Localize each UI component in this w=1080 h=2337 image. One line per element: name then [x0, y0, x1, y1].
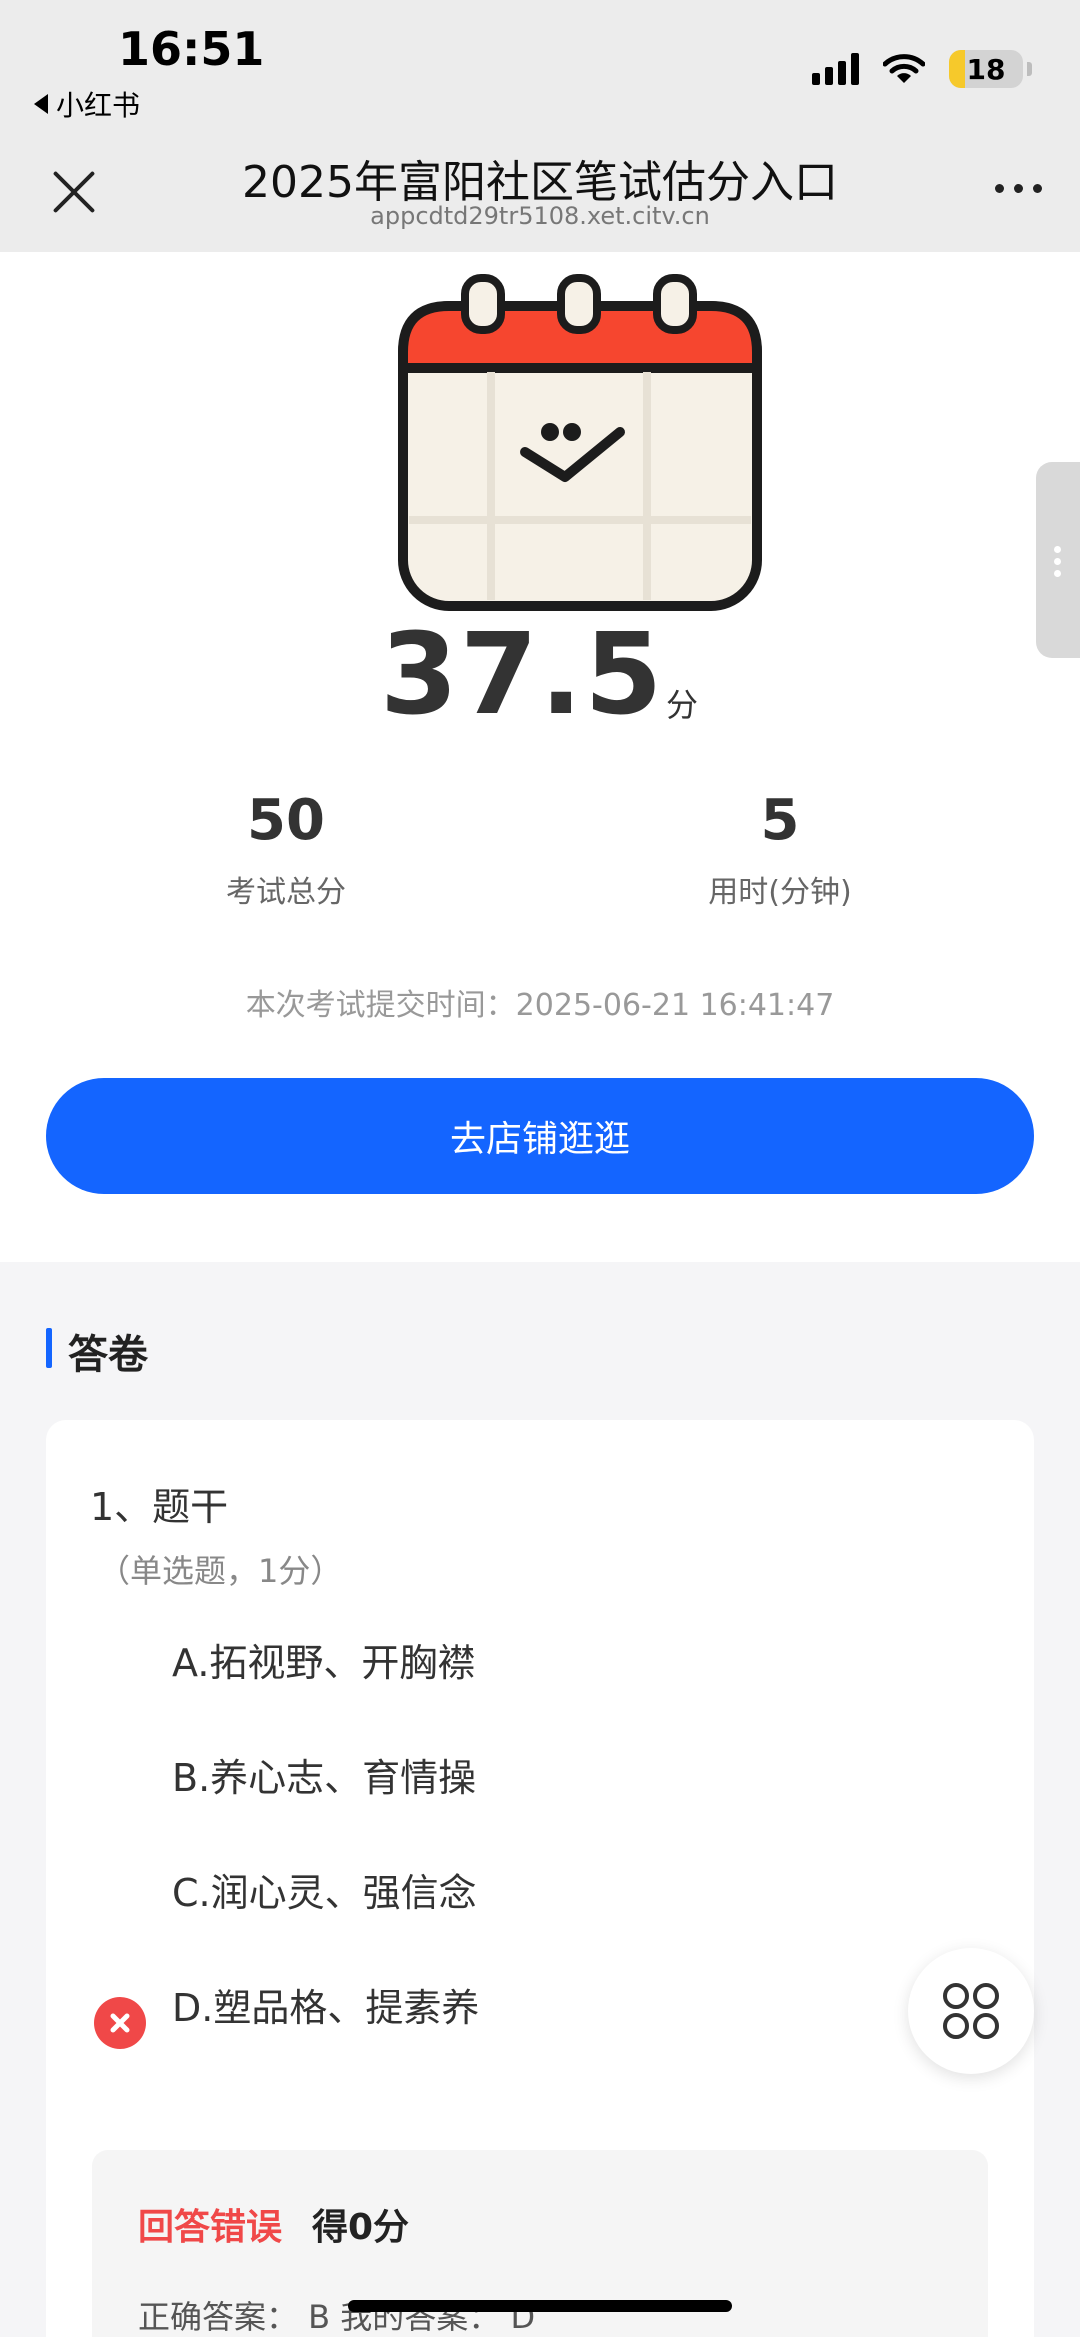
score-unit: 分 [666, 686, 699, 724]
back-to-app-link[interactable]: 小红书 [34, 84, 140, 124]
home-indicator [348, 2300, 732, 2312]
nav-bar: 2025年富阳社区笔试估分入口 appcdtd29tr5108.xet.citv… [0, 120, 1080, 252]
answer-sheet-title: 答卷 [46, 1322, 148, 1380]
back-arrow-icon [34, 94, 48, 114]
calendar-smile-icon [395, 272, 765, 621]
correct-vs-my-answer: 正确答案： B 我的答案： D [138, 2298, 536, 2336]
side-drawer-handle[interactable] [1036, 462, 1080, 658]
question-type: （单选题，1分） [98, 1552, 343, 1590]
total-score-label: 考试总分 [226, 875, 346, 910]
total-score-value: 50 [247, 788, 325, 853]
option-c: C.润心灵、强信念 [172, 1871, 477, 1915]
result-card: 37.5 分 50 考试总分 5 用时(分钟) 本次考试提交时间：2025-06… [0, 252, 1080, 1262]
stat-time-used: 5 用时(分钟) [630, 788, 930, 911]
back-app-label: 小红书 [56, 89, 141, 122]
status-bar: 16:51 小红书 18 [0, 0, 1080, 122]
time-used-label: 用时(分钟) [708, 875, 852, 910]
battery-tip [1027, 62, 1032, 76]
submit-time: 本次考试提交时间：2025-06-21 16:41:47 [245, 988, 835, 1023]
grid-menu-icon [943, 1983, 999, 2039]
option-b: B.养心志、育情操 [172, 1756, 477, 1800]
status-icons: 18 [812, 50, 1032, 88]
question-title: 1、题干 [90, 1485, 229, 1529]
time-used-value: 5 [760, 788, 800, 853]
visit-shop-button[interactable]: 去店铺逛逛 [46, 1078, 1034, 1194]
score-value: 37.5 [380, 610, 665, 740]
stat-total-score: 50 考试总分 [136, 788, 436, 911]
option-a: A.拓视野、开胸襟 [172, 1641, 476, 1685]
cellular-signal-icon [812, 53, 859, 85]
battery-level: 18 [966, 52, 1006, 86]
option-d: D.塑品格、提素养 [172, 1986, 480, 2030]
answer-status: 回答错误 [138, 2207, 283, 2248]
wifi-icon [883, 53, 925, 85]
status-time: 16:51 [118, 22, 265, 76]
wrong-answer-icon [94, 1997, 146, 2049]
earned-points: 得0分 [312, 2207, 410, 2248]
more-options-icon[interactable] [995, 184, 1042, 193]
page-title: 2025年富阳社区笔试估分入口 [242, 157, 838, 208]
floating-menu-button[interactable] [908, 1948, 1034, 2074]
battery-icon: 18 [949, 50, 1023, 88]
page-url: appcdtd29tr5108.xet.citv.cn [370, 202, 710, 230]
